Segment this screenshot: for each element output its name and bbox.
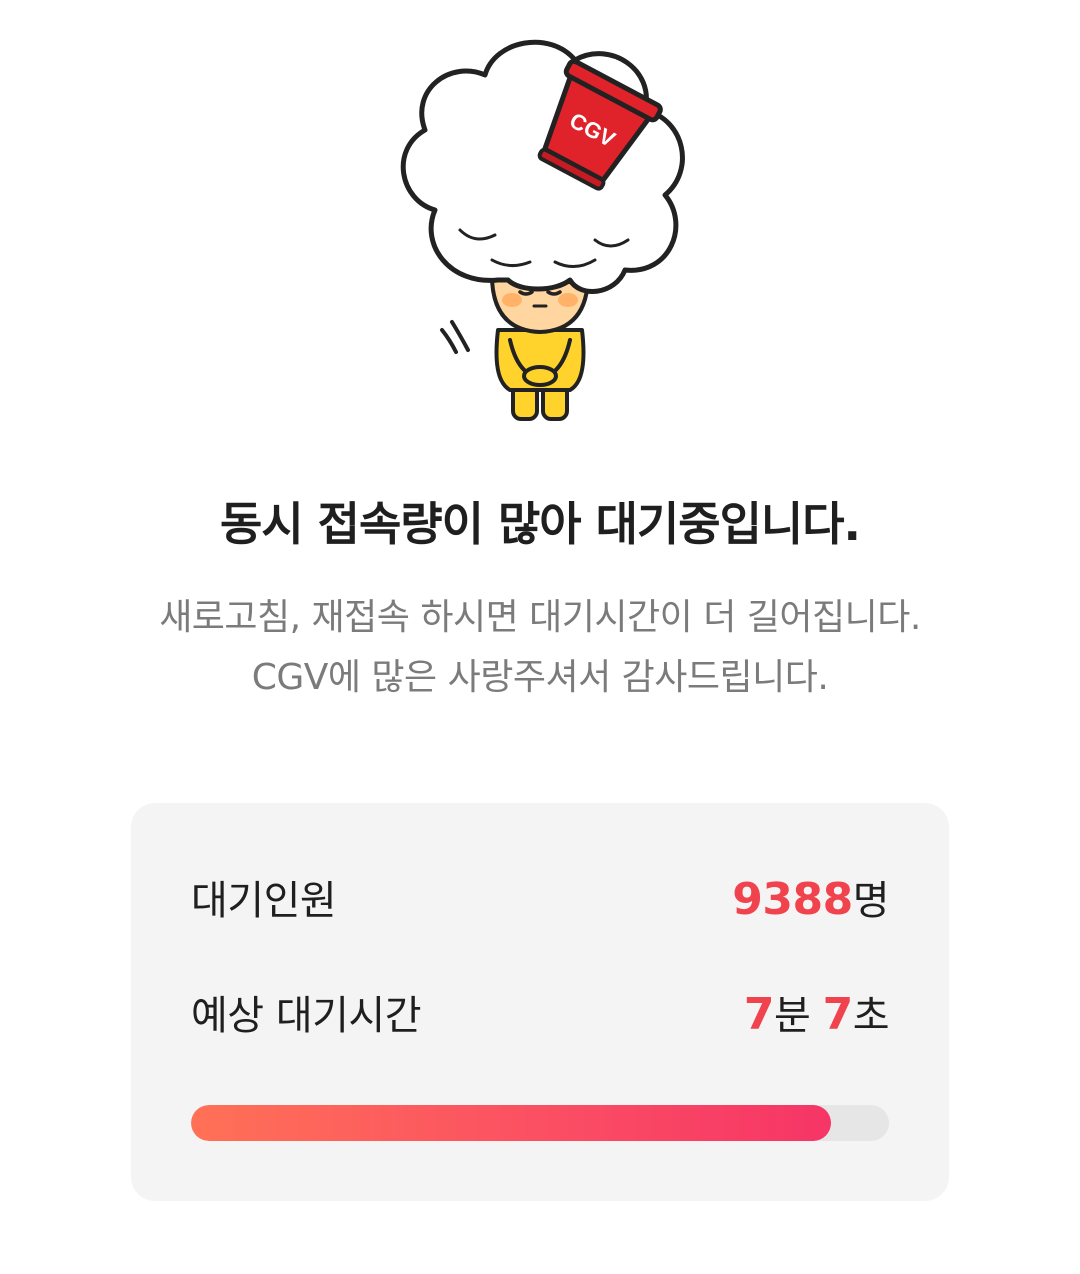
eta-value: 7분 7초 xyxy=(743,983,890,1041)
eta-minutes-unit: 분 xyxy=(774,993,811,1039)
waiting-count-row: 대기인원 9388명 xyxy=(191,867,890,927)
notice-line-thanks: CGV에 많은 사랑주셔서 감사드립니다. xyxy=(251,657,829,698)
page-title: 동시 접속량이 많아 대기중입니다. xyxy=(220,497,861,551)
eta-seconds-unit: 초 xyxy=(852,993,890,1039)
waiting-count-unit: 명 xyxy=(852,878,890,924)
waiting-count-value: 9388명 xyxy=(732,868,889,926)
eta-row: 예상 대기시간 7분 7초 xyxy=(191,982,890,1042)
waiting-count-number: 9388 xyxy=(732,874,853,925)
eta-minutes-number: 7 xyxy=(743,989,775,1040)
queue-status-card: 대기인원 9388명 예상 대기시간 7분 7초 xyxy=(131,803,949,1201)
notice-line-refresh: 새로고침, 재접속 하시면 대기시간이 더 길어집니다. xyxy=(159,597,921,638)
eta-label: 예상 대기시간 xyxy=(191,993,422,1039)
cgv-popcorn-mascot-bowing-icon: CGV xyxy=(400,39,685,421)
queue-progress-track xyxy=(191,1105,889,1141)
waiting-count-label: 대기인원 xyxy=(191,878,337,924)
eta-seconds-number: 7 xyxy=(822,989,854,1040)
queue-progress-fill xyxy=(191,1105,832,1141)
